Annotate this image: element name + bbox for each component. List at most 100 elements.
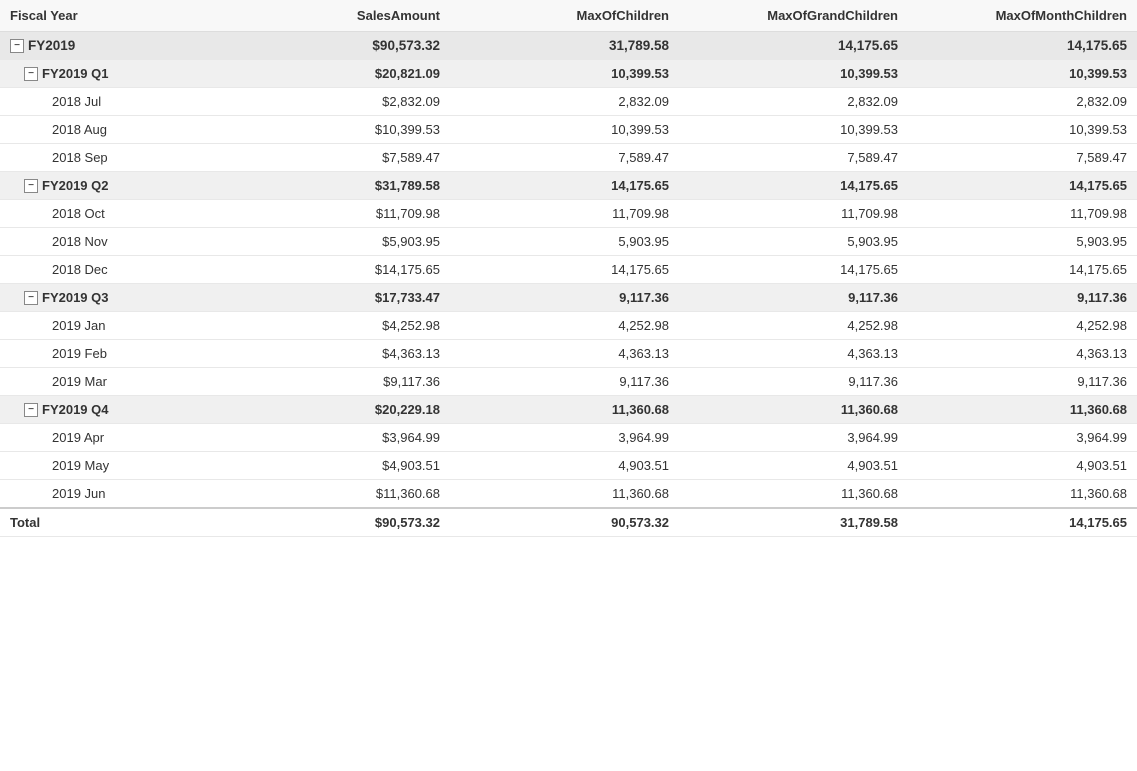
month-cell: 2018 Oct: [0, 200, 220, 228]
maxMonth-cell: 4,903.51: [908, 452, 1137, 480]
month-cell: 2019 Jun: [0, 480, 220, 509]
maxMonth-cell: 14,175.65: [908, 32, 1137, 60]
month-cell: 2018 Sep: [0, 144, 220, 172]
month-cell: 2019 Jan: [0, 312, 220, 340]
maxGrand-cell: 9,117.36: [679, 368, 908, 396]
table-row: 2019 May$4,903.514,903.514,903.514,903.5…: [0, 452, 1137, 480]
table-row: 2019 Feb$4,363.134,363.134,363.134,363.1…: [0, 340, 1137, 368]
maxGrand-cell: 14,175.65: [679, 32, 908, 60]
maxGrand-cell: 14,175.65: [679, 172, 908, 200]
quarter-cell: −FY2019 Q2: [0, 172, 220, 200]
collapse-icon[interactable]: −: [10, 39, 24, 53]
table-row: −FY2019$90,573.3231,789.5814,175.6514,17…: [0, 32, 1137, 60]
maxGrand-cell: 14,175.65: [679, 256, 908, 284]
table-row: 2018 Aug$10,399.5310,399.5310,399.5310,3…: [0, 116, 1137, 144]
table-row: −FY2019 Q4$20,229.1811,360.6811,360.6811…: [0, 396, 1137, 424]
maxChildren-cell: 14,175.65: [450, 172, 679, 200]
salesAmount-cell: $90,573.32: [220, 32, 450, 60]
maxChildren-cell: 11,360.68: [450, 480, 679, 509]
maxMonth-cell: 5,903.95: [908, 228, 1137, 256]
maxGrand-cell: 9,117.36: [679, 284, 908, 312]
month-cell: 2019 May: [0, 452, 220, 480]
maxMonth-cell: 11,360.68: [908, 480, 1137, 509]
maxGrand-cell: 11,360.68: [679, 480, 908, 509]
maxChildren-cell: 11,360.68: [450, 396, 679, 424]
salesAmount-cell: $2,832.09: [220, 88, 450, 116]
maxGrand-cell: 2,832.09: [679, 88, 908, 116]
table-row: 2019 Mar$9,117.369,117.369,117.369,117.3…: [0, 368, 1137, 396]
maxMonth-cell: 11,360.68: [908, 396, 1137, 424]
maxMonth-cell: 11,709.98: [908, 200, 1137, 228]
maxChildren-cell: 10,399.53: [450, 60, 679, 88]
salesAmount-cell: $4,903.51: [220, 452, 450, 480]
month-cell: 2018 Aug: [0, 116, 220, 144]
maxGrand-cell: 7,589.47: [679, 144, 908, 172]
salesAmount-cell: $20,821.09: [220, 60, 450, 88]
maxMonth-cell: 7,589.47: [908, 144, 1137, 172]
maxChildren-cell: 2,832.09: [450, 88, 679, 116]
maxChildren-cell: 31,789.58: [450, 32, 679, 60]
table-container: Fiscal Year SalesAmount MaxOfChildren Ma…: [0, 0, 1137, 771]
maxChildren-cell: 14,175.65: [450, 256, 679, 284]
salesAmount-cell: $17,733.47: [220, 284, 450, 312]
maxGrand-cell: 11,709.98: [679, 200, 908, 228]
maxGrand-cell: 4,903.51: [679, 452, 908, 480]
maxMonth-cell: 14,175.65: [908, 256, 1137, 284]
maxMonth-cell: 4,252.98: [908, 312, 1137, 340]
quarter-label: FY2019 Q4: [42, 402, 109, 417]
maxMonth-cell: 9,117.36: [908, 368, 1137, 396]
salesAmount-cell: $31,789.58: [220, 172, 450, 200]
table-row: Total$90,573.3290,573.3231,789.5814,175.…: [0, 508, 1137, 537]
maxMonth-cell: 10,399.53: [908, 116, 1137, 144]
salesAmount-cell: $9,117.36: [220, 368, 450, 396]
quarter-label: FY2019 Q2: [42, 178, 109, 193]
fiscal-year-cell: −FY2019: [0, 32, 220, 60]
table-row: −FY2019 Q1$20,821.0910,399.5310,399.5310…: [0, 60, 1137, 88]
maxGrand-cell: 11,360.68: [679, 396, 908, 424]
maxMonth-cell: 14,175.65: [908, 508, 1137, 537]
quarter-cell: −FY2019 Q1: [0, 60, 220, 88]
data-table: Fiscal Year SalesAmount MaxOfChildren Ma…: [0, 0, 1137, 537]
maxChildren-cell: 11,709.98: [450, 200, 679, 228]
month-cell: 2019 Apr: [0, 424, 220, 452]
month-cell: 2018 Dec: [0, 256, 220, 284]
table-row: 2018 Sep$7,589.477,589.477,589.477,589.4…: [0, 144, 1137, 172]
maxGrand-cell: 3,964.99: [679, 424, 908, 452]
collapse-icon[interactable]: −: [24, 403, 38, 417]
table-row: 2018 Jul$2,832.092,832.092,832.092,832.0…: [0, 88, 1137, 116]
maxGrand-cell: 10,399.53: [679, 116, 908, 144]
maxChildren-cell: 4,252.98: [450, 312, 679, 340]
collapse-icon[interactable]: −: [24, 67, 38, 81]
collapse-icon[interactable]: −: [24, 179, 38, 193]
quarter-cell: −FY2019 Q3: [0, 284, 220, 312]
quarter-label: FY2019 Q1: [42, 66, 109, 81]
collapse-icon[interactable]: −: [24, 291, 38, 305]
maxChildren-cell: 3,964.99: [450, 424, 679, 452]
maxChildren-cell: 9,117.36: [450, 284, 679, 312]
col-header-max-month-children: MaxOfMonthChildren: [908, 0, 1137, 32]
salesAmount-cell: $4,252.98: [220, 312, 450, 340]
maxGrand-cell: 5,903.95: [679, 228, 908, 256]
maxGrand-cell: 31,789.58: [679, 508, 908, 537]
total-label-cell: Total: [0, 508, 220, 537]
salesAmount-cell: $10,399.53: [220, 116, 450, 144]
maxMonth-cell: 4,363.13: [908, 340, 1137, 368]
table-row: −FY2019 Q2$31,789.5814,175.6514,175.6514…: [0, 172, 1137, 200]
maxChildren-cell: 4,363.13: [450, 340, 679, 368]
table-row: 2018 Dec$14,175.6514,175.6514,175.6514,1…: [0, 256, 1137, 284]
col-header-fiscal-year: Fiscal Year: [0, 0, 220, 32]
col-header-max-children: MaxOfChildren: [450, 0, 679, 32]
maxMonth-cell: 9,117.36: [908, 284, 1137, 312]
salesAmount-cell: $11,360.68: [220, 480, 450, 509]
maxMonth-cell: 14,175.65: [908, 172, 1137, 200]
quarter-cell: −FY2019 Q4: [0, 396, 220, 424]
salesAmount-cell: $4,363.13: [220, 340, 450, 368]
salesAmount-cell: $20,229.18: [220, 396, 450, 424]
col-header-sales-amount: SalesAmount: [220, 0, 450, 32]
maxChildren-cell: 9,117.36: [450, 368, 679, 396]
salesAmount-cell: $5,903.95: [220, 228, 450, 256]
maxChildren-cell: 90,573.32: [450, 508, 679, 537]
table-row: 2019 Jan$4,252.984,252.984,252.984,252.9…: [0, 312, 1137, 340]
col-header-max-grand-children: MaxOfGrandChildren: [679, 0, 908, 32]
maxGrand-cell: 10,399.53: [679, 60, 908, 88]
